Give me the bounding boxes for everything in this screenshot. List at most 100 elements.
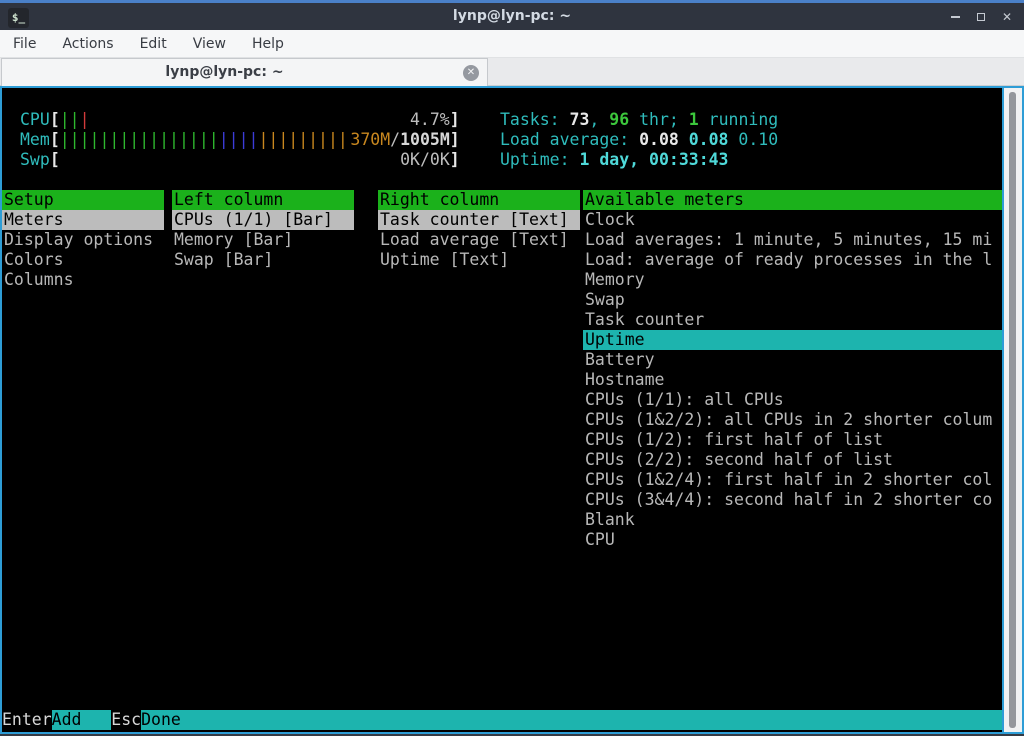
- close-button[interactable]: ✕: [1000, 10, 1014, 24]
- panel-item[interactable]: Load average [Text]: [378, 230, 580, 250]
- panel-item[interactable]: Blank: [583, 510, 1002, 530]
- function-label[interactable]: Add: [52, 710, 112, 730]
- panel-item[interactable]: Uptime [Text]: [378, 250, 580, 270]
- meter-bar: |||||||||||||||||||||||||||||370M/1005M: [60, 130, 450, 150]
- summary-segment: ,: [589, 110, 609, 129]
- meter-mem: Mem[|||||||||||||||||||||||||||||370M/10…: [20, 130, 460, 150]
- meter-bar: 0K/0K: [60, 150, 450, 170]
- summary-segment: running: [699, 110, 778, 129]
- setup-panel-2: Left columnCPUs (1/1) [Bar]Memory [Bar]S…: [172, 190, 354, 270]
- function-key[interactable]: Esc: [111, 710, 141, 730]
- maximize-icon: [977, 13, 985, 21]
- meter-pipe-group: ||: [60, 110, 80, 129]
- panel-header: Available meters: [583, 190, 1002, 210]
- meter-label: Swp: [20, 150, 50, 169]
- summary-segment: Tasks:: [500, 110, 570, 129]
- summary-line: Tasks: 73, 96 thr; 1 running: [500, 110, 778, 130]
- function-label[interactable]: Done: [141, 710, 181, 730]
- panel-item[interactable]: Task counter: [583, 310, 1002, 330]
- tab-close-button[interactable]: ✕: [463, 65, 479, 81]
- meter-open-bracket: [: [50, 130, 60, 149]
- meter-value: 370M/1005M: [350, 130, 449, 150]
- meter-value-segment: 0K/0K: [400, 150, 450, 169]
- summary-segment: 0.10: [738, 130, 778, 149]
- summary-segment: 0.08: [689, 130, 739, 149]
- panel-item[interactable]: CPUs (1/2): first half of list: [583, 430, 1002, 450]
- meter-value: 0K/0K: [400, 150, 450, 170]
- close-icon: ✕: [1002, 10, 1012, 24]
- panel-item[interactable]: Colors: [2, 250, 164, 270]
- summary-line: Load average: 0.08 0.08 0.10: [500, 130, 778, 150]
- panel-item[interactable]: CPUs (1/1) [Bar]: [172, 210, 354, 230]
- panel-item[interactable]: Swap [Bar]: [172, 250, 354, 270]
- screen: $_ lynp@lyn-pc: ~ ✕ FileActionsEditViewH…: [0, 0, 1024, 736]
- meter-value-segment: 4.7%: [410, 110, 450, 129]
- maximize-button[interactable]: [974, 10, 988, 24]
- panel-item[interactable]: Load: average of ready processes in the …: [583, 250, 1002, 270]
- panel-item[interactable]: Clock: [583, 210, 1002, 230]
- meter-pipes: |||: [60, 110, 90, 130]
- panel-item[interactable]: Battery: [583, 350, 1002, 370]
- panel-item[interactable]: Columns: [2, 270, 164, 290]
- summary-segment: 1: [689, 110, 699, 129]
- meter-pipe-group: |: [80, 110, 90, 129]
- meter-close-bracket: ]: [450, 150, 460, 169]
- setup-panel-3: Right columnTask counter [Text]Load aver…: [378, 190, 580, 270]
- menu-item-file[interactable]: File: [0, 30, 49, 58]
- summary-segment: 73: [570, 110, 590, 129]
- menu-item-view[interactable]: View: [180, 30, 239, 58]
- summary-segment: Uptime:: [500, 150, 579, 169]
- menu-item-help[interactable]: Help: [239, 30, 297, 58]
- summary-segment: 96: [609, 110, 629, 129]
- summary-segment: 1 day, 00:33:43: [579, 150, 728, 169]
- panel-item[interactable]: Task counter [Text]: [378, 210, 580, 230]
- meter-label: CPU: [20, 110, 50, 129]
- meter-pipe-group: ||||||||||||||||: [60, 130, 219, 149]
- terminal-tab[interactable]: lynp@lyn-pc: ~ ✕: [1, 58, 488, 86]
- scrollbar-thumb[interactable]: [1009, 92, 1016, 728]
- minimize-button[interactable]: [948, 10, 962, 24]
- panel-item[interactable]: CPUs (2/2): second half of list: [583, 450, 1002, 470]
- title-bar[interactable]: $_ lynp@lyn-pc: ~ ✕: [0, 0, 1024, 30]
- panel-item[interactable]: Hostname: [583, 370, 1002, 390]
- meter-close-bracket: ]: [450, 130, 460, 149]
- tab-bar: lynp@lyn-pc: ~ ✕: [0, 58, 1024, 86]
- htop-function-bar: EnterAdd EscDone: [2, 710, 1002, 730]
- panel-item[interactable]: Swap: [583, 290, 1002, 310]
- meter-pipes: |||||||||||||||||||||||||||||: [60, 130, 348, 150]
- panel-header: Right column: [378, 190, 580, 210]
- panel-item[interactable]: Uptime: [583, 330, 1002, 350]
- summary-segment: Load average:: [500, 130, 639, 149]
- window-title: lynp@lyn-pc: ~: [0, 3, 1024, 30]
- summary-segment: thr;: [629, 110, 689, 129]
- setup-panel-1: SetupMetersDisplay optionsColorsColumns: [2, 190, 164, 290]
- tab-title: lynp@lyn-pc: ~: [2, 59, 447, 86]
- menu-item-actions[interactable]: Actions: [49, 30, 126, 58]
- meter-value: 4.7%: [410, 110, 450, 130]
- panel-item[interactable]: Display options: [2, 230, 164, 250]
- function-bar-fill: [181, 710, 1002, 730]
- menu-item-edit[interactable]: Edit: [127, 30, 180, 58]
- meter-value-segment: 370M: [350, 130, 390, 149]
- panel-item[interactable]: Memory [Bar]: [172, 230, 354, 250]
- panel-item[interactable]: CPUs (3&4/4): second half in 2 shorter c…: [583, 490, 1002, 510]
- panel-header: Setup: [2, 190, 164, 210]
- summary-line: Uptime: 1 day, 00:33:43: [500, 150, 778, 170]
- meter-close-bracket: ]: [450, 110, 460, 129]
- htop-summary: Tasks: 73, 96 thr; 1 runningLoad average…: [500, 110, 778, 170]
- terminal-window: CPU[|||4.7%]Mem[||||||||||||||||||||||||…: [0, 86, 1024, 734]
- panel-item[interactable]: CPU: [583, 530, 1002, 550]
- panel-item[interactable]: CPUs (1&2/2): all CPUs in 2 shorter colu…: [583, 410, 1002, 430]
- terminal-content[interactable]: CPU[|||4.7%]Mem[||||||||||||||||||||||||…: [2, 88, 1002, 732]
- panel-header: Left column: [172, 190, 354, 210]
- panel-item[interactable]: Load averages: 1 minute, 5 minutes, 15 m…: [583, 230, 1002, 250]
- panel-item[interactable]: Memory: [583, 270, 1002, 290]
- panel-item[interactable]: CPUs (1&2/4): first half in 2 shorter co…: [583, 470, 1002, 490]
- meter-open-bracket: [: [50, 150, 60, 169]
- summary-segment: 0.08: [639, 130, 689, 149]
- panel-item[interactable]: Meters: [2, 210, 164, 230]
- terminal-scrollbar[interactable]: [1004, 88, 1022, 732]
- function-key[interactable]: Enter: [2, 710, 52, 730]
- panel-item[interactable]: CPUs (1/1): all CPUs: [583, 390, 1002, 410]
- meter-bar: ||| 4.7%: [60, 110, 450, 130]
